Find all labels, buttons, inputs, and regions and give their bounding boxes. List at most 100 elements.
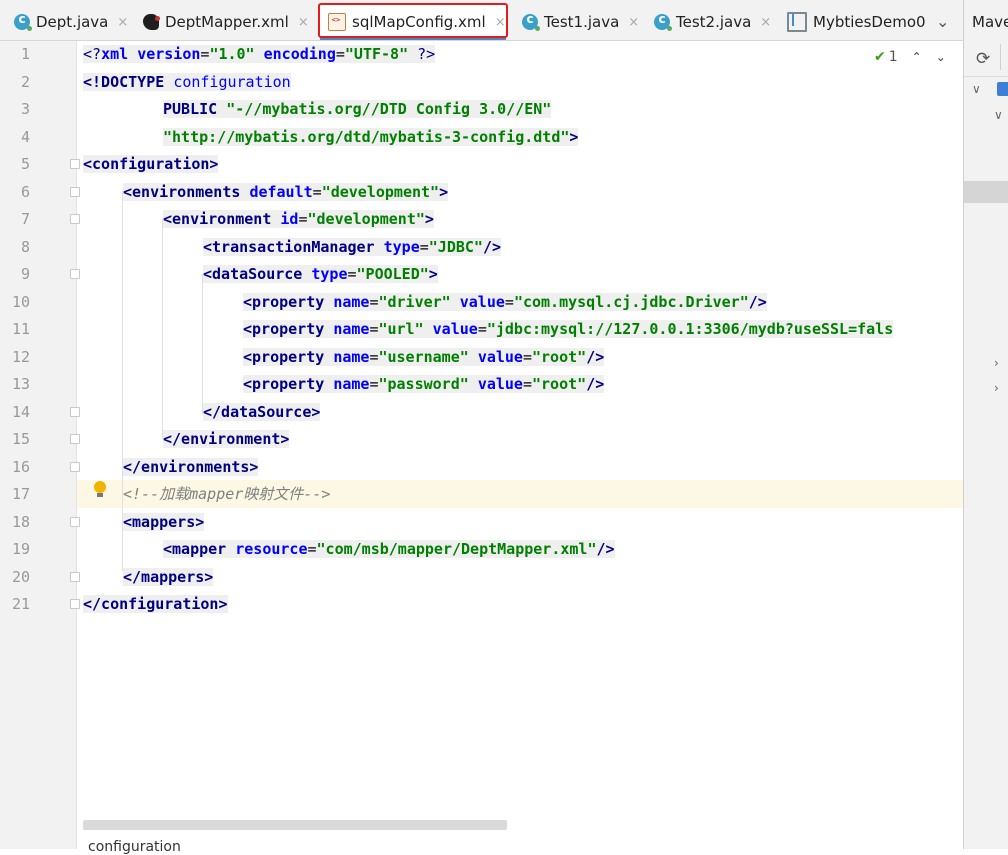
breadcrumb[interactable]: configuration bbox=[88, 839, 181, 855]
code-line-21: </configuration> bbox=[83, 595, 228, 613]
line-number: 18 bbox=[11, 513, 30, 531]
line-number: 12 bbox=[11, 348, 30, 366]
maven-project-icon bbox=[997, 82, 1008, 96]
line-number: 21 bbox=[11, 595, 30, 613]
line-number: 19 bbox=[11, 540, 30, 558]
fold-marker-icon[interactable] bbox=[70, 269, 80, 279]
code-line-18: <mappers> bbox=[123, 513, 205, 531]
xml-file-icon bbox=[328, 13, 346, 31]
code-line-11: <property name="url" value="jdbc:mysql:/… bbox=[243, 320, 894, 338]
java-class-icon bbox=[654, 12, 672, 31]
tab-label: MybtiesDemo01 bbox=[813, 13, 927, 31]
editor-tab-bar: Dept.java × DeptMapper.xml × sqlMapConfi… bbox=[0, 0, 963, 41]
lightbulb-icon[interactable] bbox=[94, 481, 106, 497]
fold-marker-icon[interactable] bbox=[70, 407, 80, 417]
fold-marker-icon[interactable] bbox=[70, 517, 80, 527]
close-icon[interactable]: × bbox=[760, 15, 771, 30]
close-icon[interactable]: × bbox=[495, 15, 506, 30]
fold-marker-icon[interactable] bbox=[70, 159, 80, 169]
code-line-5: <configuration> bbox=[83, 155, 219, 173]
panel-toolbar: ⟳ bbox=[964, 40, 1008, 77]
code-line-8: <transactionManager type="JDBC"/> bbox=[203, 238, 502, 256]
code-line-4: "http://mybatis.org/dtd/mybatis-3-config… bbox=[163, 128, 579, 146]
module-icon bbox=[787, 12, 807, 32]
tab-sqlmapconfig-xml[interactable]: sqlMapConfig.xml × bbox=[320, 4, 506, 40]
chevron-up-icon[interactable]: ⌃ bbox=[912, 50, 922, 64]
tab-dept-java[interactable]: Dept.java × bbox=[14, 4, 128, 40]
code-line-3: PUBLIC "-//mybatis.org//DTD Config 3.0//… bbox=[163, 100, 552, 118]
tab-label: DeptMapper.xml bbox=[165, 13, 289, 31]
code-line-17: <!--加载mapper映射文件--> bbox=[123, 485, 331, 503]
line-number: 1 bbox=[20, 45, 30, 63]
horizontal-scrollbar[interactable] bbox=[83, 820, 507, 830]
line-number: 17 bbox=[11, 485, 30, 503]
code-editor[interactable]: 1 2 3 4 5 6 7 8 9 10 11 12 13 14 15 16 1… bbox=[0, 41, 963, 855]
code-line-9: <dataSource type="POOLED"> bbox=[203, 265, 438, 283]
code-line-14: </dataSource> bbox=[203, 403, 321, 421]
tab-deptmapper-xml[interactable]: DeptMapper.xml × bbox=[143, 4, 309, 40]
line-number: 13 bbox=[11, 375, 30, 393]
toolbar-divider bbox=[1000, 44, 1001, 70]
tab-test2-java[interactable]: Test2.java × bbox=[654, 4, 771, 40]
fold-marker-icon[interactable] bbox=[70, 599, 80, 609]
tab-label: sqlMapConfig.xml bbox=[352, 13, 486, 31]
fold-marker-icon[interactable] bbox=[70, 572, 80, 582]
line-number: 16 bbox=[11, 458, 30, 476]
line-number: 2 bbox=[20, 73, 30, 91]
code-line-12: <property name="username" value="root"/> bbox=[243, 348, 605, 366]
inspection-widget[interactable]: ✔ 1 ⌃ ⌄ bbox=[874, 49, 960, 65]
chevron-down-icon[interactable]: ⌄ bbox=[936, 12, 949, 31]
selected-tree-row[interactable] bbox=[964, 181, 1008, 203]
inspection-count: 1 bbox=[888, 49, 898, 65]
tab-label: Test2.java bbox=[676, 13, 752, 31]
chevron-right-icon[interactable]: › bbox=[994, 381, 999, 395]
line-number: 7 bbox=[20, 210, 30, 228]
fold-marker-icon[interactable] bbox=[70, 214, 80, 224]
chevron-down-icon[interactable]: ⌄ bbox=[936, 50, 946, 64]
indent-guide bbox=[162, 219, 163, 439]
code-line-15: </environment> bbox=[163, 430, 290, 448]
fold-marker-icon[interactable] bbox=[70, 462, 80, 472]
line-number: 9 bbox=[20, 265, 30, 283]
line-number: 3 bbox=[20, 100, 30, 118]
close-icon[interactable]: × bbox=[117, 15, 128, 30]
chevron-down-icon[interactable]: ∨ bbox=[994, 108, 1003, 122]
code-line-2: <!DOCTYPE configuration bbox=[83, 73, 291, 91]
code-line-13: <property name="password" value="root"/> bbox=[243, 375, 605, 393]
code-line-1: <?xml version="1.0" encoding="UTF-8" ?> bbox=[83, 45, 436, 63]
line-number-gutter: 1 2 3 4 5 6 7 8 9 10 11 12 13 14 15 16 1… bbox=[0, 41, 80, 849]
tab-label: Test1.java bbox=[544, 13, 620, 31]
tab-label: Dept.java bbox=[36, 13, 109, 31]
tab-mybtiesdemo01[interactable]: MybtiesDemo01 bbox=[787, 4, 927, 40]
line-number: 11 bbox=[11, 320, 30, 338]
line-number: 15 bbox=[11, 430, 30, 448]
chevron-down-icon[interactable]: ∨ bbox=[972, 82, 981, 96]
tab-test1-java[interactable]: Test1.java × bbox=[522, 4, 639, 40]
line-number: 14 bbox=[11, 403, 30, 421]
line-number: 8 bbox=[20, 238, 30, 256]
line-number: 6 bbox=[20, 183, 30, 201]
mybatis-bird-icon bbox=[143, 14, 160, 30]
close-icon[interactable]: × bbox=[298, 15, 309, 30]
fold-marker-icon[interactable] bbox=[70, 187, 80, 197]
panel-title[interactable]: Mave bbox=[972, 13, 1008, 31]
line-number: 4 bbox=[20, 128, 30, 146]
line-number: 20 bbox=[11, 568, 30, 586]
code-line-19: <mapper resource="com/msb/mapper/DeptMap… bbox=[163, 540, 615, 558]
java-class-icon bbox=[522, 12, 540, 31]
fold-marker-icon[interactable] bbox=[70, 434, 80, 444]
refresh-icon[interactable]: ⟳ bbox=[976, 49, 990, 69]
close-icon[interactable]: × bbox=[628, 15, 639, 30]
maven-tool-panel: Mave ⟳ ∨ ∨ › › bbox=[963, 0, 1008, 849]
code-line-16: </environments> bbox=[123, 458, 259, 476]
line-number: 5 bbox=[20, 155, 30, 173]
chevron-right-icon[interactable]: › bbox=[994, 356, 999, 370]
indent-guide bbox=[202, 274, 203, 414]
check-icon[interactable]: ✔ bbox=[874, 49, 886, 65]
code-line-6: <environments default="development"> bbox=[123, 183, 449, 201]
code-line-10: <property name="driver" value="com.mysql… bbox=[243, 293, 767, 311]
code-line-20: </mappers> bbox=[123, 568, 214, 586]
line-number: 10 bbox=[11, 293, 30, 311]
code-line-7: <environment id="development"> bbox=[163, 210, 434, 228]
java-class-icon bbox=[14, 12, 32, 31]
